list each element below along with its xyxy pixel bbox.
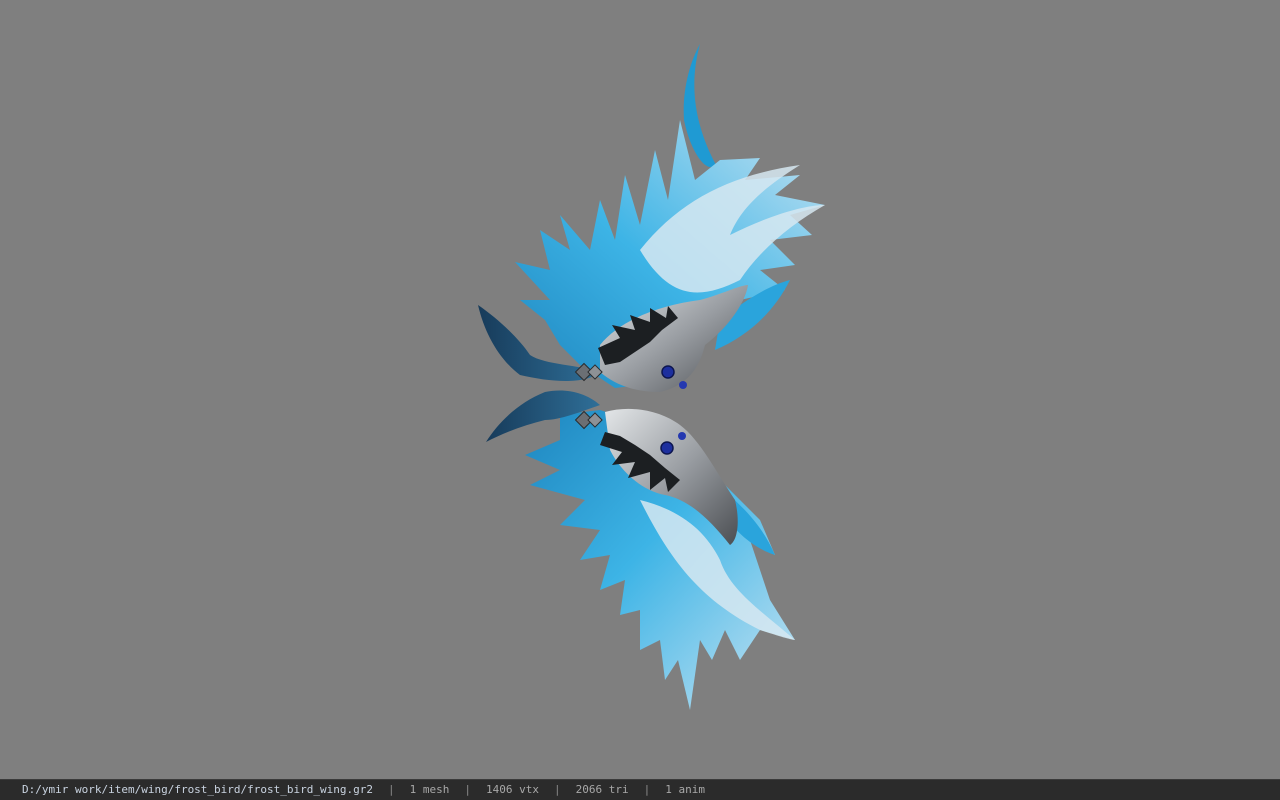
frost-bird-wing-model	[478, 44, 825, 710]
lower-wing	[486, 390, 795, 710]
lower-wing-gem-small	[678, 432, 686, 440]
status-separator: |	[643, 783, 651, 796]
3d-viewport[interactable]	[0, 0, 1280, 779]
status-separator: |	[464, 783, 471, 796]
vertex-count: 1406 vtx	[486, 783, 539, 796]
status-separator: |	[388, 783, 395, 796]
mesh-count: 1 mesh	[409, 783, 450, 796]
upper-wing-long-feather	[683, 44, 716, 168]
upper-wing	[478, 44, 825, 392]
triangle-count: 2066 tri	[575, 783, 629, 796]
file-path: D:/ymir work/item/wing/frost_bird/frost_…	[22, 783, 373, 796]
anim-count: 1 anim	[665, 783, 705, 796]
status-bar: D:/ymir work/item/wing/frost_bird/frost_…	[0, 779, 1280, 800]
status-separator: |	[553, 783, 561, 796]
upper-wing-gem-small	[679, 381, 687, 389]
upper-wing-gem	[661, 365, 675, 379]
lower-wing-gem	[660, 441, 674, 455]
